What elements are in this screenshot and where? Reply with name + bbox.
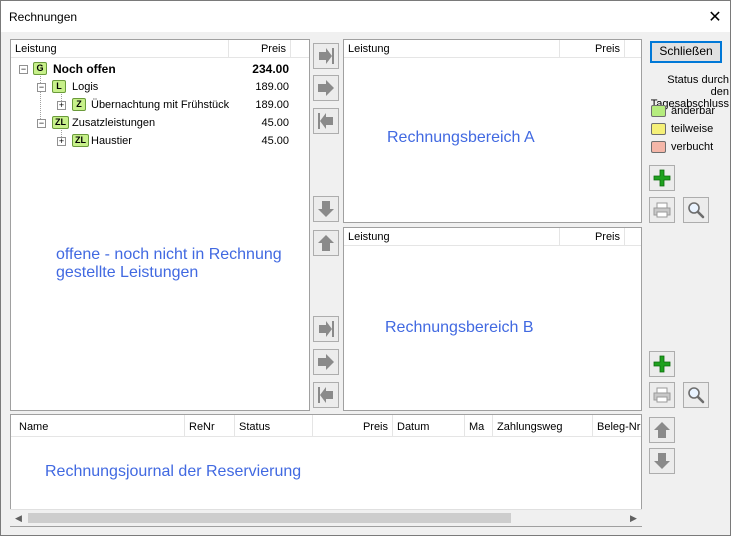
tree-price: 189.00 — [255, 99, 289, 111]
magnifier-icon — [688, 202, 705, 219]
scroll-left-icon[interactable]: ◀ — [10, 510, 27, 526]
arrow-to-right-end-icon — [319, 48, 334, 64]
tree-label: Haustier — [91, 135, 132, 147]
badge-l: L — [52, 80, 66, 93]
tree-row-uebernachtung[interactable]: + Z Übernachtung mit Frühstück 189.00 — [11, 96, 309, 114]
tree-price: 45.00 — [261, 117, 289, 129]
badge-g: G — [33, 62, 47, 75]
arrow-down-icon — [654, 453, 670, 469]
tree-row-zusatzleistungen[interactable]: − ZL Zusatzleistungen 45.00 — [11, 114, 309, 132]
journal-horizontal-scrollbar[interactable]: ◀ ▶ — [10, 509, 642, 526]
column-preis[interactable]: Preis — [560, 228, 625, 246]
legend-swatch — [651, 123, 666, 135]
title-bar: Rechnungen ✕ — [1, 1, 730, 32]
arrow-to-right-end-icon — [319, 321, 334, 337]
move-all-back-from-b-button[interactable] — [313, 382, 339, 408]
invoice-a-header: Leistung Preis — [344, 40, 641, 58]
badge-zl: ZL — [52, 116, 69, 129]
printer-icon — [653, 202, 671, 218]
column-leistung[interactable]: Leistung — [344, 228, 560, 246]
journal-move-down-button[interactable] — [649, 448, 675, 474]
invoice-area-a[interactable]: Leistung Preis Rechnungsbereich A — [343, 39, 642, 223]
legend-label: verbucht — [671, 141, 714, 153]
close-button[interactable]: Schließen — [650, 41, 722, 63]
scroll-right-icon[interactable]: ▶ — [625, 510, 642, 526]
plus-icon — [653, 169, 671, 187]
column-leistung[interactable]: Leistung — [344, 40, 560, 58]
view-invoice-b-button[interactable] — [683, 382, 709, 408]
column-renr[interactable]: ReNr — [185, 415, 235, 437]
tree-price: 45.00 — [261, 135, 289, 147]
column-preis[interactable]: Preis — [313, 415, 393, 437]
tree-row-logis[interactable]: − L Logis 189.00 — [11, 78, 309, 96]
add-invoice-a-button[interactable] — [649, 165, 675, 191]
badge-z: Z — [72, 98, 86, 111]
arrow-down-icon — [318, 201, 334, 217]
collapse-toggle[interactable]: − — [37, 83, 46, 92]
badge-zl: ZL — [72, 134, 89, 147]
rechnungen-window: Rechnungen ✕ Leistung Preis − G Noch off… — [0, 0, 731, 536]
column-name[interactable]: Name — [11, 415, 185, 437]
journal-overlay-text: Rechnungsjournal der Reservierung — [45, 463, 302, 480]
move-all-to-b-button[interactable] — [313, 316, 339, 342]
tree-label: Noch offen — [53, 62, 116, 76]
invoice-b-header: Leistung Preis — [344, 228, 641, 246]
view-invoice-a-button[interactable] — [683, 197, 709, 223]
arrow-up-icon — [654, 422, 670, 438]
printer-icon — [653, 387, 671, 403]
move-b-to-a-button[interactable] — [313, 230, 339, 256]
magnifier-icon — [688, 387, 705, 404]
journal-header: Name ReNr Status Preis Datum Ma Zahlungs… — [11, 415, 641, 437]
move-all-back-from-a-button[interactable] — [313, 108, 339, 134]
tree-label: Übernachtung mit Frühstück — [91, 99, 230, 111]
column-ma[interactable]: Ma — [465, 415, 493, 437]
open-services-panel[interactable]: Leistung Preis − G Noch offen 234.00 − L… — [10, 39, 310, 411]
window-close-icon[interactable]: ✕ — [700, 1, 730, 32]
legend-label: teilweise — [671, 123, 714, 135]
column-beleg-nr[interactable]: Beleg-Nr — [593, 415, 641, 437]
column-zahlungsweg[interactable]: Zahlungsweg — [493, 415, 593, 437]
invoice-area-b[interactable]: Leistung Preis Rechnungsbereich B — [343, 227, 642, 411]
print-invoice-b-button[interactable] — [649, 382, 675, 408]
expand-toggle[interactable]: + — [57, 101, 66, 110]
tree-label: Logis — [72, 81, 99, 93]
move-all-to-a-button[interactable] — [313, 43, 339, 69]
window-title: Rechnungen — [9, 10, 78, 24]
invoice-b-overlay-text: Rechnungsbereich B — [385, 319, 534, 336]
tree-row-noch-offen[interactable]: − G Noch offen 234.00 — [11, 60, 309, 78]
tree-price: 189.00 — [255, 81, 289, 93]
print-invoice-a-button[interactable] — [649, 197, 675, 223]
move-a-to-b-button[interactable] — [313, 196, 339, 222]
scroll-thumb[interactable] — [28, 513, 511, 523]
open-services-overlay-text: offene - noch nicht in Rechnung gestellt… — [56, 246, 282, 281]
arrow-right-icon — [318, 354, 334, 370]
arrow-to-left-end-icon — [318, 387, 333, 403]
add-invoice-b-button[interactable] — [649, 351, 675, 377]
legend-swatch — [651, 105, 666, 117]
column-datum[interactable]: Datum — [393, 415, 465, 437]
arrow-up-icon — [318, 235, 334, 251]
plus-icon — [653, 355, 671, 373]
move-to-b-button[interactable] — [313, 349, 339, 375]
journal-move-up-button[interactable] — [649, 417, 675, 443]
collapse-toggle[interactable]: − — [37, 119, 46, 128]
tree-label: Zusatzleistungen — [72, 117, 156, 129]
move-to-a-button[interactable] — [313, 75, 339, 101]
legend-swatch — [651, 141, 666, 153]
column-status[interactable]: Status — [235, 415, 313, 437]
legend-label: änderbar — [671, 105, 716, 117]
tree-price: 234.00 — [252, 62, 289, 76]
collapse-toggle[interactable]: − — [19, 65, 28, 74]
invoice-a-overlay-text: Rechnungsbereich A — [387, 129, 535, 146]
column-preis[interactable]: Preis — [560, 40, 625, 58]
expand-toggle[interactable]: + — [57, 137, 66, 146]
arrow-right-icon — [318, 80, 334, 96]
tree-row-haustier[interactable]: + ZL Haustier 45.00 — [11, 132, 309, 150]
arrow-to-left-end-icon — [318, 113, 333, 129]
